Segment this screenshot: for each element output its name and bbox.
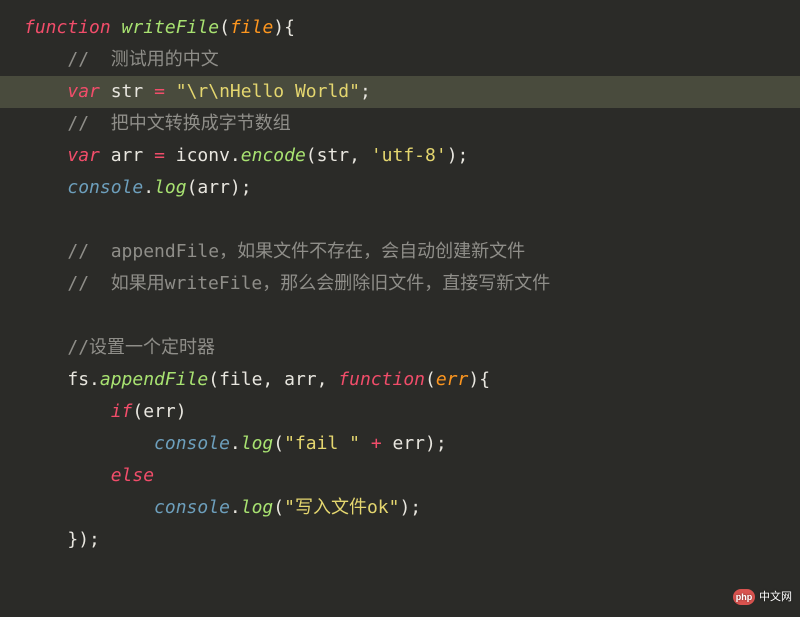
- code-line[interactable]: //设置一个定时器: [0, 332, 800, 364]
- token-ident: fs.: [67, 369, 100, 390]
- token-ident: (file, arr,: [208, 369, 338, 390]
- watermark-logo: php: [733, 589, 755, 605]
- code-line[interactable]: [0, 204, 800, 236]
- watermark-badge: php 中文网: [733, 581, 792, 613]
- code-line[interactable]: fs.appendFile(file, arr, function(err){: [0, 364, 800, 396]
- token-str: 'utf-8': [371, 145, 447, 166]
- code-line[interactable]: if(err): [0, 396, 800, 428]
- token-cmt: // appendFile，如果文件不存在，会自动创建新文件: [67, 241, 525, 262]
- indent: [24, 401, 111, 422]
- indent: [24, 241, 67, 262]
- token-kw: +: [371, 433, 382, 454]
- token-ident: (: [273, 433, 284, 454]
- code-line[interactable]: // appendFile，如果文件不存在，会自动创建新文件: [0, 236, 800, 268]
- code-line[interactable]: console.log("写入文件ok");: [0, 492, 800, 524]
- token-fn: log: [154, 177, 187, 198]
- token-ident: (: [219, 17, 230, 38]
- indent: [24, 209, 67, 230]
- code-line[interactable]: var arr = iconv.encode(str, 'utf-8');: [0, 140, 800, 172]
- indent: [24, 305, 67, 326]
- token-ident: [111, 17, 122, 38]
- token-ident: [67, 209, 78, 230]
- token-cmt: // 把中文转换成字节数组: [67, 113, 290, 134]
- code-line[interactable]: });: [0, 524, 800, 556]
- indent: [24, 369, 67, 390]
- indent: [24, 433, 154, 454]
- code-line[interactable]: // 测试用的中文: [0, 44, 800, 76]
- token-obj: console: [154, 497, 230, 518]
- indent: [24, 465, 111, 486]
- token-ident: err);: [382, 433, 447, 454]
- token-str: "fail ": [284, 433, 360, 454]
- code-line[interactable]: [0, 300, 800, 332]
- indent: [24, 529, 67, 550]
- token-ident: .: [143, 177, 154, 198]
- token-param: file: [230, 17, 273, 38]
- token-str: "写入文件ok": [284, 497, 399, 518]
- token-ident: (arr);: [187, 177, 252, 198]
- token-fn: appendFile: [100, 369, 208, 390]
- token-ident: );: [447, 145, 469, 166]
- token-fn: log: [241, 497, 274, 518]
- token-cmt: //设置一个定时器: [67, 337, 215, 358]
- token-kw: else: [111, 465, 154, 486]
- indent: [24, 497, 154, 518]
- token-ident: [165, 81, 176, 102]
- code-line[interactable]: var str = "\r\nHello World";: [0, 76, 800, 108]
- token-ident: str: [100, 81, 154, 102]
- indent: [24, 49, 67, 70]
- indent: [24, 113, 67, 134]
- token-ident: .: [230, 433, 241, 454]
- token-kw: =: [154, 145, 165, 166]
- token-ident: ;: [360, 81, 371, 102]
- token-kw: =: [154, 81, 165, 102]
- token-ident: arr: [100, 145, 154, 166]
- indent: [24, 177, 67, 198]
- token-param: err: [436, 369, 469, 390]
- code-line[interactable]: else: [0, 460, 800, 492]
- token-str: "\r\nHello World": [176, 81, 360, 102]
- token-ident: (: [425, 369, 436, 390]
- token-fn: writeFile: [122, 17, 220, 38]
- code-line[interactable]: // 如果用writeFile，那么会删除旧文件，直接写新文件: [0, 268, 800, 300]
- token-ident: iconv.: [165, 145, 241, 166]
- token-ident: .: [230, 497, 241, 518]
- token-kw: function: [24, 17, 111, 38]
- token-kw: var: [67, 81, 100, 102]
- token-ident: (str,: [306, 145, 371, 166]
- code-line[interactable]: console.log("fail " + err);: [0, 428, 800, 460]
- code-line[interactable]: // 把中文转换成字节数组: [0, 108, 800, 140]
- token-cmt: // 如果用writeFile，那么会删除旧文件，直接写新文件: [67, 273, 550, 294]
- token-cmt: // 测试用的中文: [67, 49, 218, 70]
- token-ident: });: [67, 529, 100, 550]
- token-ident: [67, 305, 78, 326]
- token-ident: (err): [132, 401, 186, 422]
- indent: [24, 145, 67, 166]
- watermark-text: 中文网: [759, 581, 792, 613]
- token-obj: console: [154, 433, 230, 454]
- token-ident: );: [399, 497, 421, 518]
- indent: [24, 273, 67, 294]
- code-line[interactable]: console.log(arr);: [0, 172, 800, 204]
- token-kw: function: [338, 369, 425, 390]
- token-kw: if: [111, 401, 133, 422]
- indent: [24, 81, 67, 102]
- token-ident: ){: [273, 17, 295, 38]
- token-obj: console: [67, 177, 143, 198]
- token-kw: var: [67, 145, 100, 166]
- indent: [24, 337, 67, 358]
- code-line[interactable]: function writeFile(file){: [0, 12, 800, 44]
- token-ident: (: [273, 497, 284, 518]
- token-fn: encode: [241, 145, 306, 166]
- token-ident: [360, 433, 371, 454]
- code-editor[interactable]: function writeFile(file){ // 测试用的中文 var …: [0, 0, 800, 556]
- token-fn: log: [241, 433, 274, 454]
- token-ident: ){: [468, 369, 490, 390]
